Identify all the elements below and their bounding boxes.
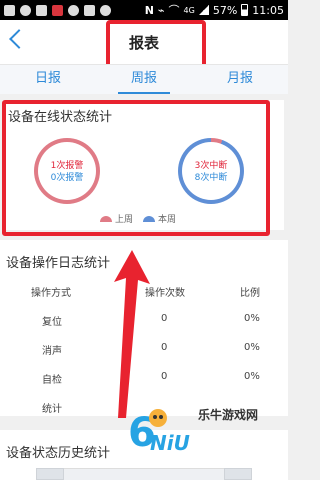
period-tabs: 日报 周报 月报: [0, 64, 288, 94]
status-bar: N ⌁ ⌒ 4G 57% 11:05: [0, 0, 288, 20]
system-icons: N ⌁ ⌒ 4G 57% 11:05: [145, 2, 284, 18]
watermark-logo-icon: 6 NiU: [128, 409, 190, 456]
watermark-text: 乐牛游戏网: [198, 408, 259, 422]
tab-monthly[interactable]: 月报: [192, 65, 288, 94]
watermark: 6 NiU 乐牛游戏网: [128, 402, 288, 458]
clock: 11:05: [252, 3, 284, 17]
notification-icon: [4, 4, 15, 16]
signal-icon: [198, 5, 209, 15]
stats-highlight-box: [2, 100, 270, 236]
chat-icon: [20, 4, 31, 16]
tab-daily[interactable]: 日报: [0, 65, 96, 94]
annotation-arrow-icon: [114, 250, 150, 418]
wifi-icon: ⌒: [168, 4, 180, 17]
battery-percent: 57%: [212, 3, 238, 17]
title-highlight-box: [106, 20, 206, 70]
svg-text:NiU: NiU: [150, 431, 190, 455]
app-icon: [52, 4, 63, 16]
tab-weekly[interactable]: 周报: [96, 65, 192, 94]
nfc-icon: N: [144, 3, 154, 17]
history-prev-button[interactable]: [36, 468, 64, 480]
tab-underline: [118, 92, 170, 94]
image-icon: [84, 4, 95, 16]
network-type: 4G: [183, 5, 195, 15]
battery-icon: [241, 4, 249, 16]
history-scrollbar[interactable]: [36, 468, 252, 480]
history-next-button[interactable]: [224, 468, 252, 480]
more-icon: [100, 4, 111, 16]
email-icon: [36, 4, 47, 16]
operation-log-title: 设备操作日志统计: [6, 256, 111, 271]
security-icon: [68, 4, 79, 16]
vibrate-icon: ⌁: [157, 3, 165, 17]
notification-icons: [4, 3, 111, 17]
history-title: 设备状态历史统计: [6, 446, 111, 461]
